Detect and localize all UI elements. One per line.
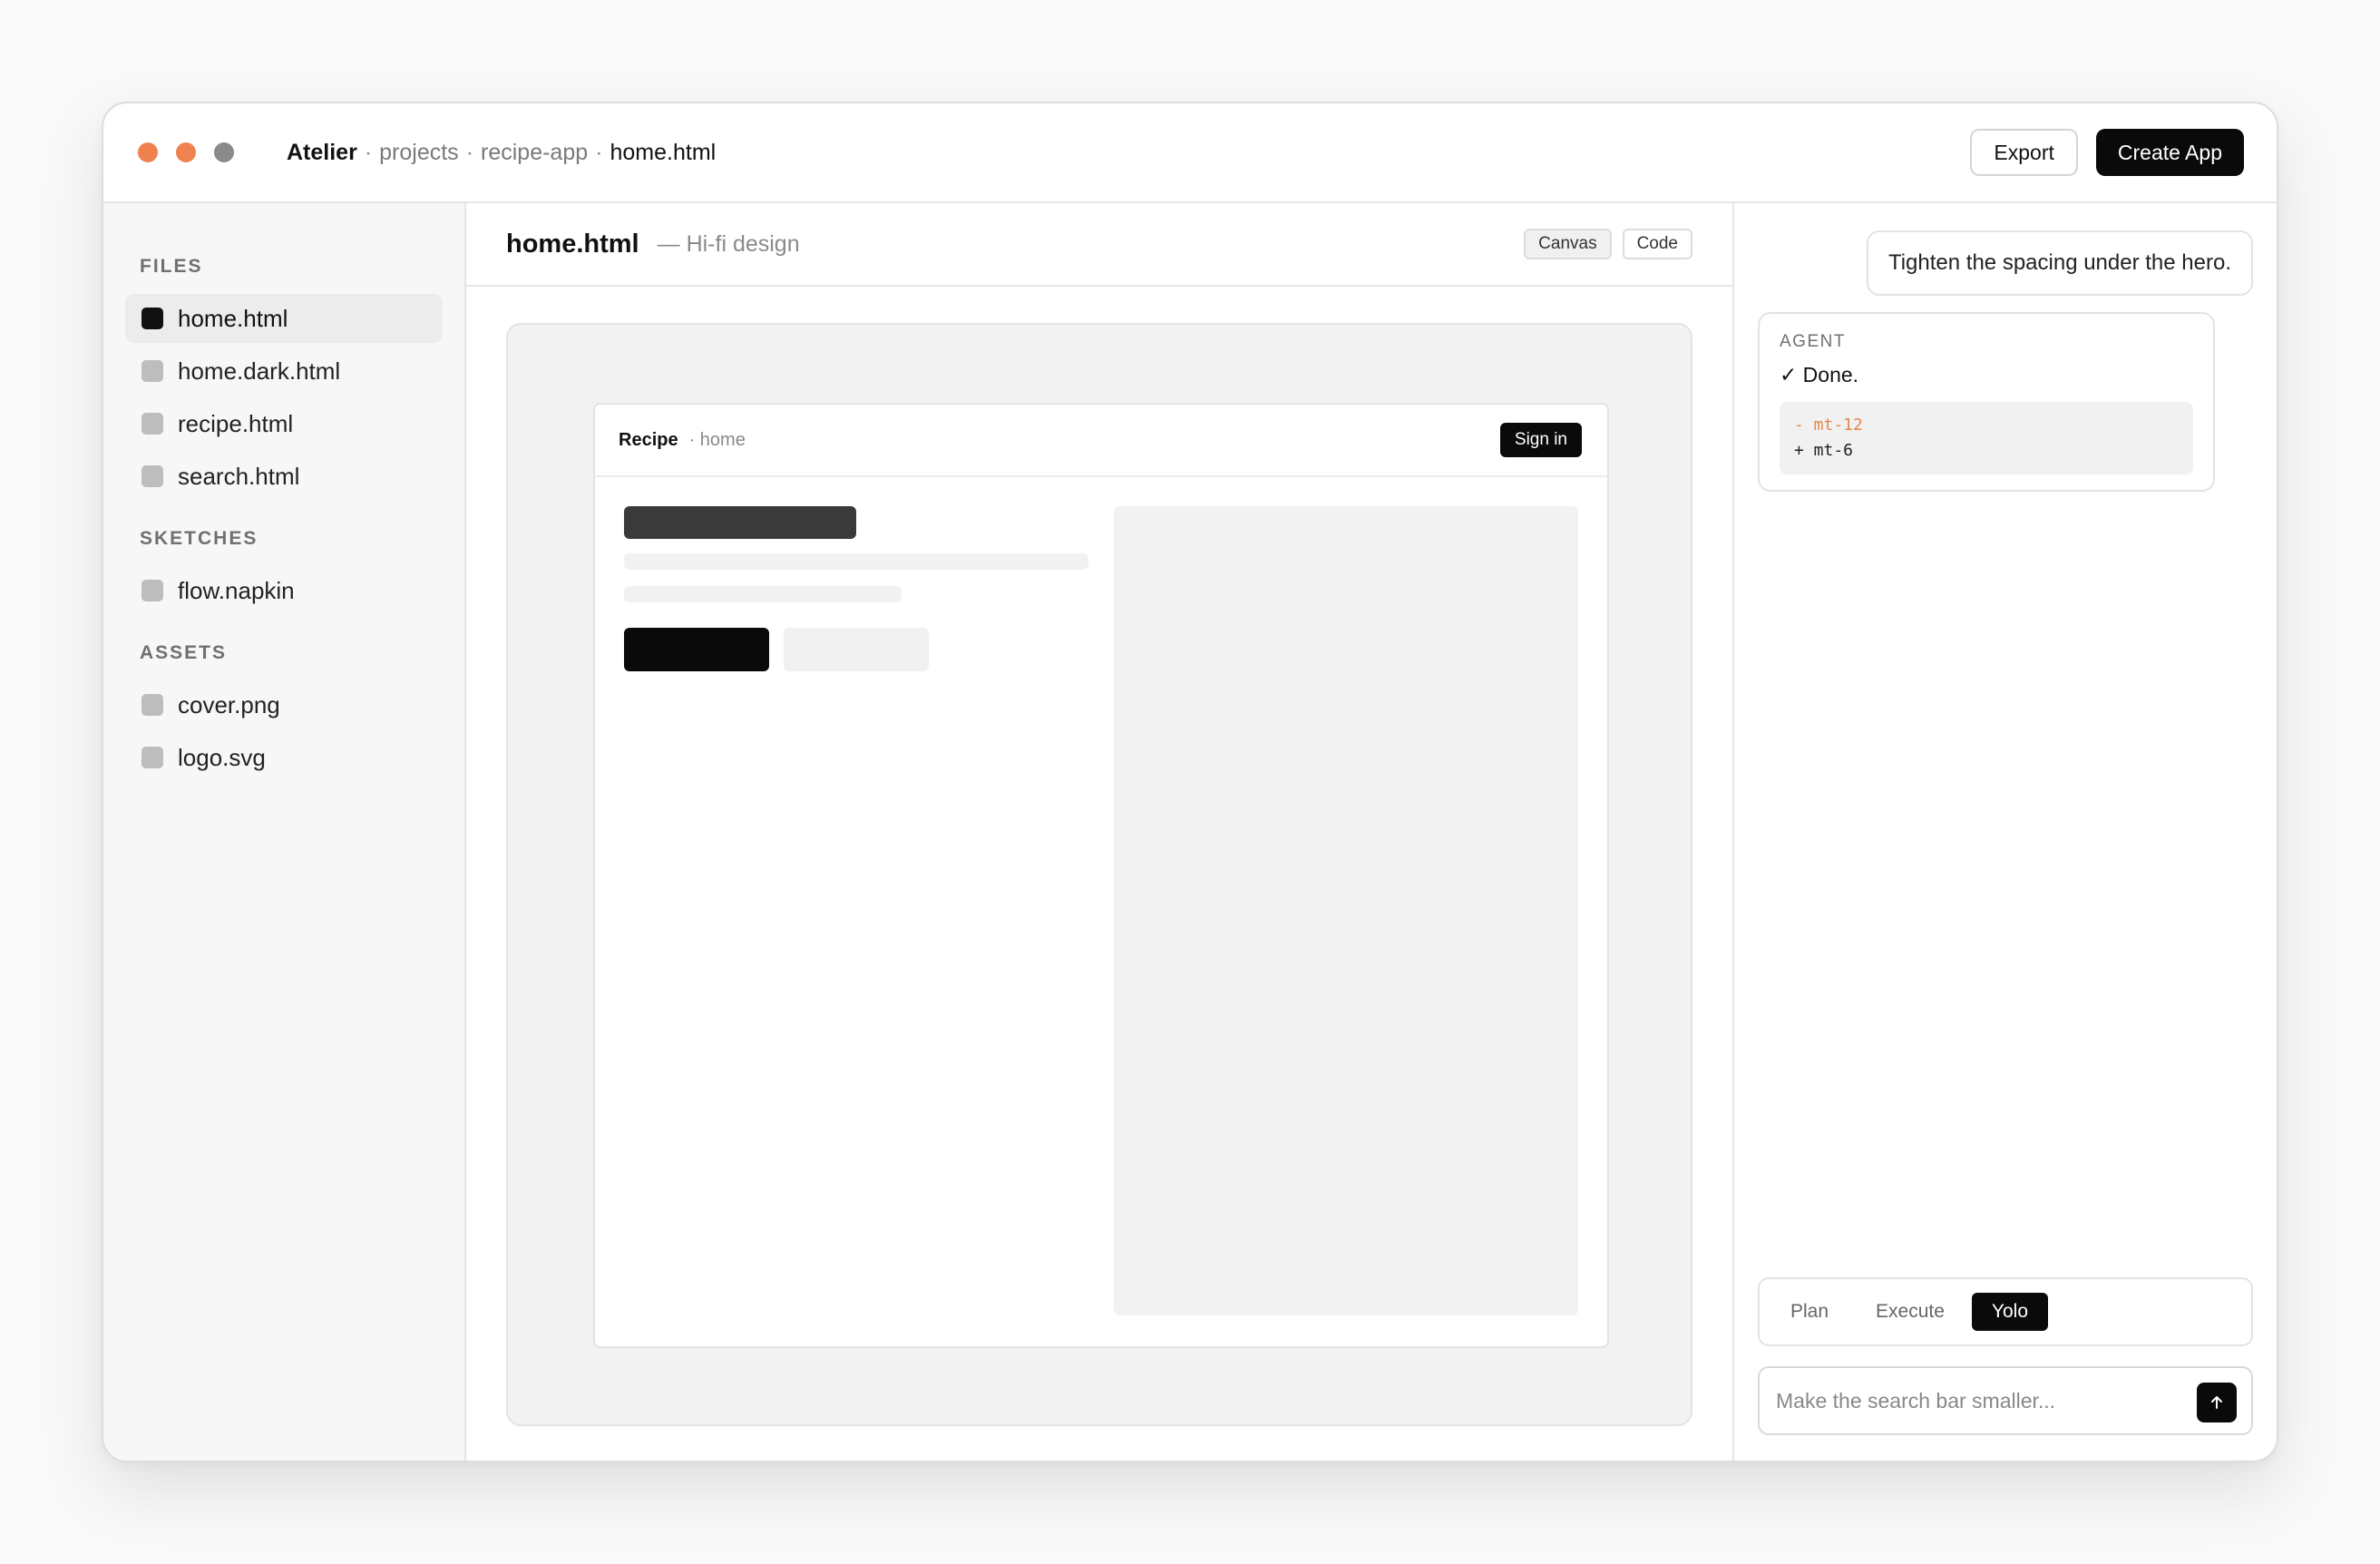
- agent-panel: Tighten the spacing under the hero. AGEN…: [1734, 203, 2277, 1461]
- sidebar-item-label: recipe.html: [178, 409, 294, 437]
- file-icon: [141, 360, 163, 382]
- file-icon: [141, 694, 163, 716]
- prompt-input[interactable]: [1776, 1368, 2175, 1433]
- diff-removed-line: - mt-12: [1794, 415, 1863, 435]
- file-icon: [141, 747, 163, 768]
- preview-brand: Recipe: [619, 429, 678, 450]
- sidebar-item-label: flow.napkin: [178, 576, 295, 604]
- agent-status: ✓ Done.: [1780, 363, 1859, 386]
- sidebar-item-label: home.dark.html: [178, 357, 341, 385]
- view-toggle: Canvas Code: [1524, 229, 1692, 259]
- arrow-up-icon: [2211, 1396, 2222, 1409]
- section-label: FILES: [140, 256, 203, 277]
- sidebar-item-logo-svg[interactable]: logo.svg: [125, 733, 443, 782]
- hero-title-skeleton: [624, 506, 856, 539]
- breadcrumb-separator: ·: [364, 139, 373, 165]
- sidebar-item-home-dark-html[interactable]: home.dark.html: [125, 347, 443, 396]
- sidebar-item-cover-png[interactable]: cover.png: [125, 680, 443, 729]
- zoom-window-button[interactable]: [214, 142, 234, 162]
- export-button[interactable]: Export: [1970, 129, 2078, 176]
- tab-canvas[interactable]: Canvas: [1524, 229, 1612, 259]
- mode-yolo[interactable]: Yolo: [1971, 1293, 2049, 1331]
- page-subtitle: — Hi-fi design: [657, 230, 800, 257]
- section-label: SKETCHES: [140, 528, 258, 549]
- file-sidebar: FILES home.html home.dark.html recipe.ht…: [103, 203, 466, 1461]
- secondary-button-skeleton: [784, 628, 929, 671]
- breadcrumb: Atelier · projects · recipe-app · home.h…: [287, 140, 716, 166]
- mode-execute[interactable]: Execute: [1856, 1293, 1965, 1331]
- diff-added-line: + mt-6: [1794, 441, 1854, 460]
- sidebar-item-label: logo.svg: [178, 743, 266, 771]
- app-window: Atelier · projects · recipe-app · home.h…: [102, 102, 2278, 1462]
- file-icon: [141, 580, 163, 601]
- hero-image-placeholder: [1114, 506, 1578, 1315]
- section-label: ASSETS: [140, 642, 228, 663]
- send-button[interactable]: [2197, 1383, 2237, 1422]
- prompt-box: [1758, 1366, 2253, 1435]
- sidebar-item-recipe-html[interactable]: recipe.html: [125, 399, 443, 448]
- tab-code[interactable]: Code: [1622, 229, 1692, 259]
- primary-button-skeleton: [624, 628, 769, 671]
- sidebar-section-assets: ASSETS cover.png logo.svg: [103, 642, 464, 782]
- sidebar-section-sketches: SKETCHES flow.napkin: [103, 528, 464, 615]
- sidebar-item-search-html[interactable]: search.html: [125, 452, 443, 501]
- breadcrumb-current-file: home.html: [610, 139, 717, 165]
- close-window-button[interactable]: [138, 142, 158, 162]
- minimize-window-button[interactable]: [176, 142, 196, 162]
- breadcrumb-recipe-app[interactable]: recipe-app: [481, 140, 588, 166]
- user-message: Tighten the spacing under the hero.: [1866, 230, 2253, 296]
- editor-pane: home.html — Hi-fi design Canvas Code Rec…: [466, 203, 1734, 1461]
- file-icon: [141, 413, 163, 435]
- mode-plan[interactable]: Plan: [1770, 1293, 1848, 1331]
- sidebar-section-files: FILES home.html home.dark.html recipe.ht…: [103, 256, 464, 501]
- file-icon: [141, 465, 163, 487]
- design-canvas[interactable]: Recipe · home Sign in: [506, 323, 1692, 1426]
- sidebar-item-home-html[interactable]: home.html: [125, 294, 443, 343]
- sidebar-item-label: cover.png: [178, 690, 280, 718]
- editor-header: home.html — Hi-fi design Canvas Code: [466, 203, 1732, 287]
- agent-label: AGENT: [1780, 332, 1846, 351]
- agent-message: AGENT ✓ Done. - mt-12 + mt-6: [1758, 312, 2215, 492]
- hero-text-skeleton: [624, 553, 1088, 570]
- code-diff: - mt-12 + mt-6: [1780, 402, 2193, 474]
- create-app-button[interactable]: Create App: [2095, 129, 2244, 176]
- title-bar: Atelier · projects · recipe-app · home.h…: [103, 103, 2277, 203]
- page-preview[interactable]: Recipe · home Sign in: [593, 403, 1609, 1348]
- page-title: home.html: [506, 229, 639, 259]
- sign-in-button[interactable]: Sign in: [1499, 423, 1582, 457]
- app-brand[interactable]: Atelier: [287, 140, 357, 166]
- breadcrumb-projects[interactable]: projects: [379, 140, 459, 166]
- hero-text-skeleton: [624, 586, 902, 602]
- mode-selector: Plan Execute Yolo: [1758, 1277, 2253, 1346]
- sidebar-item-label: home.html: [178, 304, 288, 332]
- title-actions: Export Create App: [1970, 129, 2244, 176]
- sidebar-item-label: search.html: [178, 462, 300, 490]
- preview-navbar: Recipe · home Sign in: [595, 405, 1607, 477]
- breadcrumb-separator: ·: [595, 139, 603, 165]
- window-controls: [138, 142, 234, 162]
- sidebar-item-flow-napkin[interactable]: flow.napkin: [125, 566, 443, 615]
- breadcrumb-separator: ·: [465, 139, 474, 165]
- preview-subtitle: · home: [688, 429, 746, 450]
- file-icon: [141, 308, 163, 329]
